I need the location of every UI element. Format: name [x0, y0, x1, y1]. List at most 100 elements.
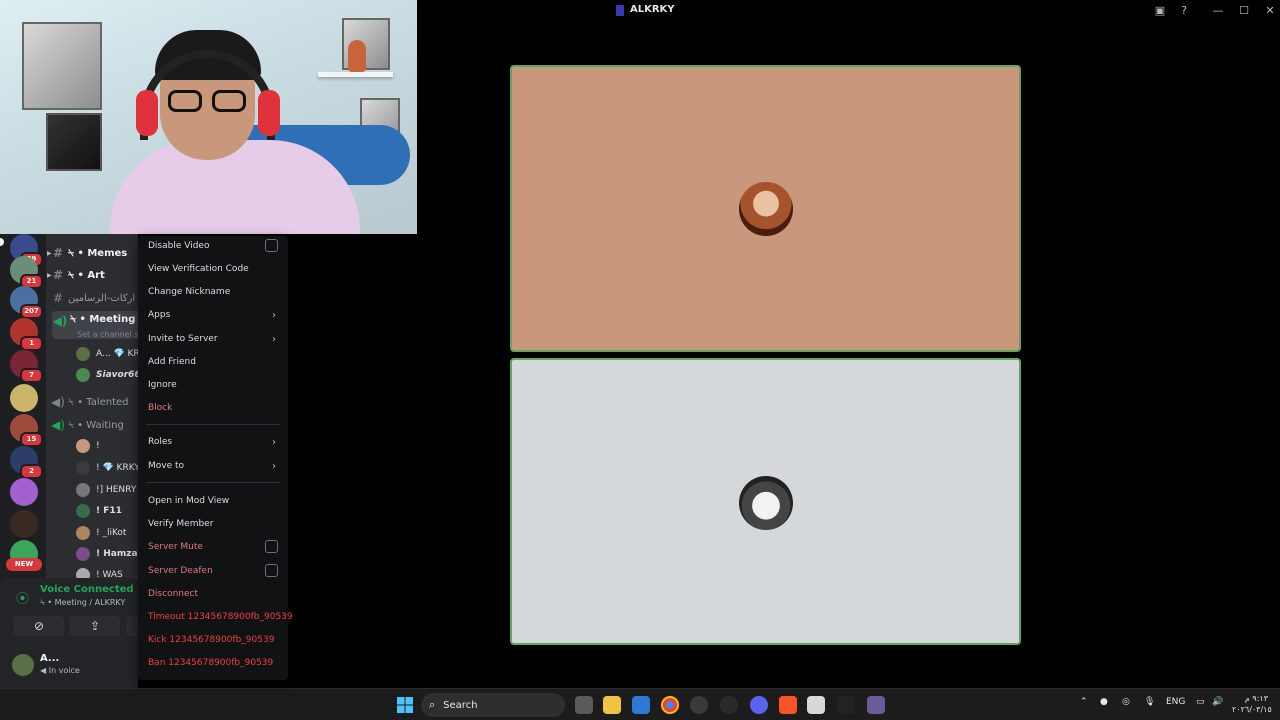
clock[interactable]: ٩:١٣ م ٢٠٢٦/٠٣/١٥ [1232, 693, 1272, 715]
channel-waiting[interactable]: ◀) ⍀ • Waiting [50, 415, 124, 435]
menu-label: Apps [148, 310, 171, 320]
server-icon[interactable] [10, 384, 38, 412]
activities-button[interactable] [126, 616, 138, 636]
menu-ban[interactable]: Ban 12345678900fb_90539 [144, 653, 282, 673]
voice-user[interactable]: Siavor66 [76, 366, 138, 384]
voice-user-name: ! Hamza [96, 549, 138, 559]
menu-block[interactable]: Block [144, 398, 282, 418]
voice-user-name: ! [96, 441, 100, 451]
headset-ear [258, 90, 280, 136]
voice-user[interactable]: !] HENRY [76, 481, 136, 499]
tray-app-icon[interactable]: ◎ [1122, 697, 1130, 707]
menu-label: Disable Video [148, 241, 210, 251]
voice-user-name: A... 💎 KR [96, 349, 138, 359]
avatar [76, 347, 90, 361]
avatar [76, 483, 90, 497]
taskbar: ⌕ Search ⌃ ● ◎ 🎙 ENG ▭ 🔊 ٩:١٣ م ٢٠٢٦/٠٣/١… [0, 688, 1280, 720]
menu-disconnect[interactable]: Disconnect [144, 584, 282, 604]
menu-kick[interactable]: Kick 12345678900fb_90539 [144, 630, 282, 650]
menu-roles[interactable]: Roles › [144, 432, 282, 452]
voice-user[interactable]: A... 💎 KR [76, 345, 138, 363]
menu-label: Block [148, 403, 173, 413]
channel-art[interactable]: ▶ # ⍀ • Art [47, 265, 105, 285]
file-explorer-icon[interactable] [603, 696, 621, 714]
signal-icon[interactable]: ⦿ [16, 588, 29, 607]
chevron-up-icon[interactable]: ⌃ [1080, 697, 1088, 707]
menu-label: Move to [148, 461, 185, 471]
app-icon[interactable] [690, 696, 708, 714]
volume-icon[interactable]: 🔊 [1212, 697, 1223, 707]
windows-start-icon[interactable] [396, 696, 414, 714]
menu-label: Disconnect [148, 589, 198, 599]
voice-user[interactable]: ! _liKot [76, 524, 126, 542]
close-button[interactable]: ✕ [1262, 3, 1278, 19]
menu-timeout[interactable]: Timeout 12345678900fb_90539 [144, 607, 293, 627]
user-name[interactable]: A... [40, 653, 59, 664]
voice-user[interactable]: ! 💎 KRKY [76, 459, 138, 477]
channel-label: ⍀ • Talented [68, 396, 129, 408]
discord-icon[interactable] [750, 696, 768, 714]
menu-move-to[interactable]: Move to › [144, 456, 282, 476]
menu-ignore[interactable]: Ignore [144, 375, 282, 395]
voice-user[interactable]: ! Hamza [76, 545, 138, 563]
mention-badge: 1 [20, 336, 43, 351]
menu-change-nickname[interactable]: Change Nickname [144, 282, 282, 302]
help-icon[interactable]: ? [1176, 3, 1192, 19]
taskbar-search[interactable]: ⌕ Search [421, 693, 565, 717]
screen-share-icon[interactable]: ▣ [1152, 3, 1168, 19]
menu-view-verification[interactable]: View Verification Code [144, 259, 282, 279]
camera-off-button[interactable]: ⊘ [14, 616, 64, 636]
menu-disable-video[interactable]: Disable Video [144, 236, 282, 256]
menu-mod-view[interactable]: Open in Mod View [144, 491, 282, 511]
channel-memes[interactable]: ▶ # ⍀ • Memes [47, 243, 127, 263]
channel-artists[interactable]: # اركات-الرسامين [50, 288, 135, 308]
network-icon[interactable]: ▭ [1196, 697, 1205, 707]
dark-plaque [46, 113, 102, 171]
menu-apps[interactable]: Apps › [144, 305, 282, 325]
channel-label: ⍀ • Meeting [70, 314, 136, 325]
screen: ALKRKY ▣ ? — ☐ ✕ 992120717152 NEW ▶#⍀ • … [0, 0, 1280, 720]
checkbox[interactable] [265, 564, 278, 577]
maximize-button[interactable]: ☐ [1236, 3, 1252, 19]
menu-server-mute[interactable]: Server Mute [144, 537, 282, 557]
server-icon[interactable] [10, 478, 38, 506]
menu-label: Ignore [148, 380, 177, 390]
channel-talented[interactable]: ◀) ⍀ • Talented [50, 392, 129, 412]
server-icon[interactable] [10, 510, 38, 538]
menu-invite[interactable]: Invite to Server › [144, 329, 282, 349]
video-tile[interactable] [510, 65, 1021, 352]
voice-connection-panel: ⦿ Voice Connected ⍀ • Meeting / ALKRKY ⊘… [0, 578, 138, 640]
voice-channel[interactable]: ⍀ • Meeting / ALKRKY [40, 598, 125, 608]
voice-user[interactable]: ! F11 [76, 502, 122, 520]
channel-list: ▶ # ⍀ • Memes ▶ # ⍀ • Art # اركات-الرسامين ◀)… [46, 234, 138, 582]
search-icon: ⌕ [429, 698, 436, 711]
chrome-icon[interactable] [661, 696, 679, 714]
mention-badge: 2 [20, 464, 43, 479]
checkbox[interactable] [265, 540, 278, 553]
menu-server-deafen[interactable]: Server Deafen [144, 561, 282, 581]
store-icon[interactable] [632, 696, 650, 714]
participant-avatar [739, 182, 793, 236]
language-indicator[interactable]: ENG [1166, 697, 1185, 707]
video-tile[interactable] [510, 358, 1021, 645]
menu-add-friend[interactable]: Add Friend [144, 352, 282, 372]
minimize-button[interactable]: — [1210, 3, 1226, 19]
app-icon[interactable] [867, 696, 885, 714]
user-avatar[interactable] [12, 654, 34, 676]
app-icon[interactable] [807, 696, 825, 714]
settings-icon[interactable] [720, 696, 738, 714]
capcut-icon[interactable] [837, 696, 855, 714]
brave-icon[interactable] [779, 696, 797, 714]
microphone-icon[interactable]: 🎙 [1144, 697, 1155, 707]
menu-label: Server Deafen [148, 566, 213, 576]
tray-app-icon[interactable]: ● [1100, 697, 1108, 707]
user-context-menu: Disable Video View Verification Code Cha… [138, 236, 293, 680]
window-title: ALKRKY [630, 4, 675, 15]
checkbox[interactable] [265, 239, 278, 252]
menu-label: Kick 12345678900fb_90539 [148, 635, 275, 645]
voice-user[interactable]: ! [76, 437, 100, 455]
menu-verify-member[interactable]: Verify Member [144, 514, 282, 534]
task-view-icon[interactable] [575, 696, 593, 714]
voice-status[interactable]: Voice Connected [40, 584, 134, 595]
screen-share-button[interactable]: ⇪ [70, 616, 120, 636]
